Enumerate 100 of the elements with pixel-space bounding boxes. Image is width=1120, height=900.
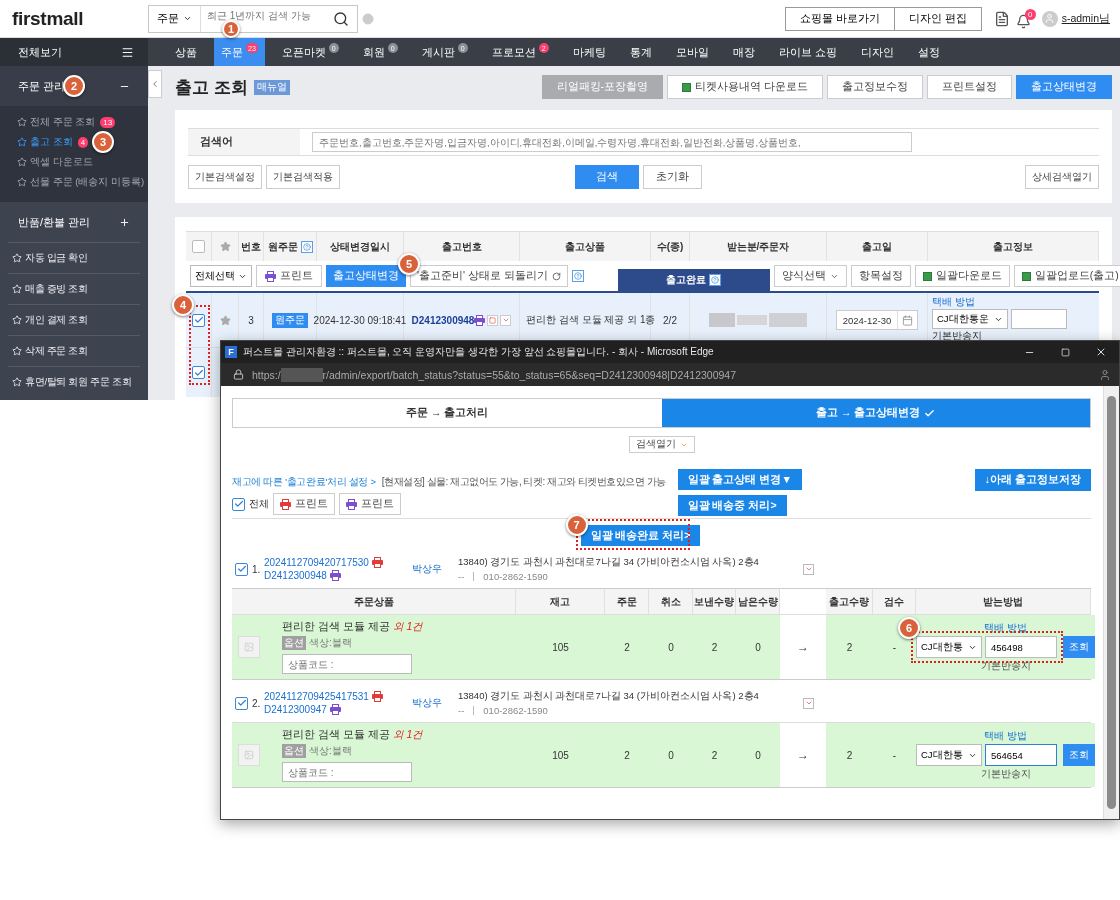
action-button[interactable]: 출고정보수정 (827, 75, 923, 99)
delivery-method-link[interactable]: 택배 방법 (984, 729, 1027, 743)
menu-item[interactable]: 전체 주문 조회 13 (0, 112, 116, 132)
header-link-button[interactable]: 디자인 편집 (893, 6, 982, 31)
caret-icon[interactable] (803, 697, 814, 709)
bulk-action-button[interactable]: 일괄 배송완료 처리> (580, 525, 701, 546)
option-tag: 옵션 (282, 636, 306, 650)
reset-button[interactable]: 초기화 (643, 165, 702, 189)
export-number-link[interactable]: D2412300948 (264, 570, 327, 581)
printer-icon[interactable] (371, 691, 383, 702)
action-button[interactable]: 티켓사용내역 다운로드 (667, 75, 823, 99)
product-code-input[interactable]: 상품코드 : (282, 654, 412, 674)
star-icon (12, 346, 22, 356)
menu-icon (121, 45, 134, 59)
select-dropdown[interactable]: 전체선택 (190, 265, 252, 287)
menu-item[interactable]: 선물 주문 (배송지 미등록) (0, 172, 145, 192)
caret-icon[interactable] (803, 563, 814, 575)
printer-icon (265, 270, 276, 282)
setting-link[interactable]: 재고에 따른 '출고완료'처리 설정 > (232, 475, 376, 489)
menu-item[interactable]: 엑셀 다운로드 (0, 152, 93, 172)
scrollbar[interactable] (1103, 386, 1119, 819)
table-cell: 2 (711, 641, 718, 653)
nav-tab[interactable]: 라이브 쇼핑 (771, 38, 844, 66)
print-button[interactable]: 프린트 (256, 265, 322, 287)
step-tab[interactable]: 출고 → 출고상태변경 (661, 399, 1090, 427)
menu-link[interactable]: 휴면/탈퇴 회원 주문 조회 (8, 366, 140, 397)
search-toggle-button[interactable]: 검색열기 (628, 436, 695, 453)
collapse-button[interactable] (148, 70, 162, 98)
user-link[interactable]: s-admin님 (1061, 11, 1110, 26)
nav-tab[interactable]: 디자인 (853, 38, 901, 66)
recipient-link[interactable]: 박상우 (412, 562, 458, 576)
bulk-action-button[interactable]: 일괄 배송중 처리> (677, 495, 787, 516)
notification-badge: 0 (1024, 8, 1036, 20)
courier-select[interactable]: CJ대한통운 (932, 309, 1008, 329)
preset-button[interactable]: 기본검색설정 (188, 165, 262, 189)
column-header: 보낸수량 (693, 589, 736, 614)
search-input[interactable]: 주문번호,출고번호,주문자명,입금자명,아이디,휴대전화,이메일,수령자명,휴대전화,일반전화,상품명,상품번호, (312, 132, 912, 152)
status-tab[interactable]: 출고완료 (617, 269, 770, 291)
order-number-link[interactable]: 2024112709425417531 (264, 691, 369, 702)
tracking-input[interactable]: 564654 (985, 744, 1057, 766)
checkbox[interactable] (192, 313, 205, 327)
export-number-link[interactable]: D2412300947 (264, 704, 327, 715)
export-number-link[interactable]: D2412300948 (411, 314, 475, 326)
preset-button[interactable]: 기본검색적용 (266, 165, 340, 189)
menu-link[interactable]: 자동 입금 확인 (8, 242, 140, 273)
courier-select[interactable]: CJ대한통 (916, 744, 982, 766)
menu-link[interactable]: 삭제 주문 조회 (8, 335, 140, 366)
printer-icon[interactable] (371, 557, 383, 568)
all-menu-button[interactable]: 전체보기 (0, 38, 148, 66)
checkbox[interactable] (192, 240, 205, 253)
avatar-icon[interactable] (1041, 10, 1058, 27)
tracking-input[interactable]: 456498 (985, 636, 1057, 658)
printer-icon[interactable] (329, 570, 341, 581)
table-cell: 0 (668, 749, 674, 761)
nav-tab[interactable]: 상품 (168, 38, 204, 66)
help-icon[interactable] (709, 274, 722, 286)
calendar-icon[interactable] (902, 314, 914, 326)
order-index: 2. (252, 697, 262, 709)
toolbar-button[interactable]: 일괄다운로드 (914, 265, 1010, 287)
toolbar-button[interactable]: 일괄업로드(출고) (1013, 265, 1120, 287)
caret-icon[interactable] (500, 314, 512, 326)
star-icon[interactable] (219, 314, 231, 326)
courier-select[interactable]: CJ대한통 (916, 636, 982, 658)
tracking-input[interactable] (1011, 309, 1067, 329)
checkbox[interactable] (232, 497, 245, 511)
nav-tab[interactable]: 모바일 (668, 38, 716, 66)
header-link-button[interactable]: 쇼핑몰 바로가기 (784, 6, 895, 31)
menu-item[interactable]: 출고 조회 4 (0, 132, 89, 152)
recipient-link[interactable]: 박상우 (412, 696, 458, 710)
action-button[interactable]: 프린트설정 (927, 75, 1012, 99)
nav-tab[interactable]: 통계 (622, 38, 659, 66)
print-button[interactable]: 프린트 (273, 493, 335, 515)
nav-tab[interactable]: 매장 (725, 38, 762, 66)
printer-icon[interactable] (474, 314, 486, 326)
toolbar-button[interactable]: 항목설정 (850, 265, 911, 287)
nav-tab[interactable]: 설정 (910, 38, 947, 66)
star-icon (12, 315, 22, 325)
save-button[interactable]: ↓아래 출고정보저장 (974, 469, 1091, 491)
nav-tab[interactable]: 마케팅 (565, 38, 613, 66)
detail-search-button[interactable]: 상세검색열기 (1025, 165, 1099, 189)
product-code-input[interactable]: 상품코드 : (282, 762, 412, 782)
order-number-link[interactable]: 2024112709420717530 (264, 557, 369, 568)
notes-icon[interactable] (993, 10, 1010, 27)
printer-icon[interactable] (329, 704, 341, 715)
star-icon (219, 241, 231, 252)
checkbox[interactable] (235, 696, 248, 710)
logo[interactable]: firstmall (12, 7, 148, 30)
menu-link[interactable]: 매출 증빙 조회 (8, 273, 140, 304)
table-cell: 2024-12-30 09:18:41 (313, 314, 407, 326)
date-field[interactable]: 2024-12-30 (835, 310, 919, 330)
print-button[interactable]: 프린트 (339, 493, 401, 515)
checkbox[interactable] (235, 562, 248, 576)
menu-section[interactable]: 반품/환불 관리 (0, 202, 148, 242)
search-icon[interactable] (333, 10, 349, 27)
menu-link[interactable]: 개인 결제 조회 (8, 304, 140, 335)
select-dropdown[interactable]: 양식선택 (773, 265, 847, 287)
bulk-action-button[interactable]: 일괄 출고상태 변경▼ (677, 469, 802, 490)
delivery-method-link[interactable]: 택배 방법 (932, 295, 1099, 309)
checkbox[interactable] (192, 366, 205, 379)
column-header: 주문 (605, 589, 649, 614)
